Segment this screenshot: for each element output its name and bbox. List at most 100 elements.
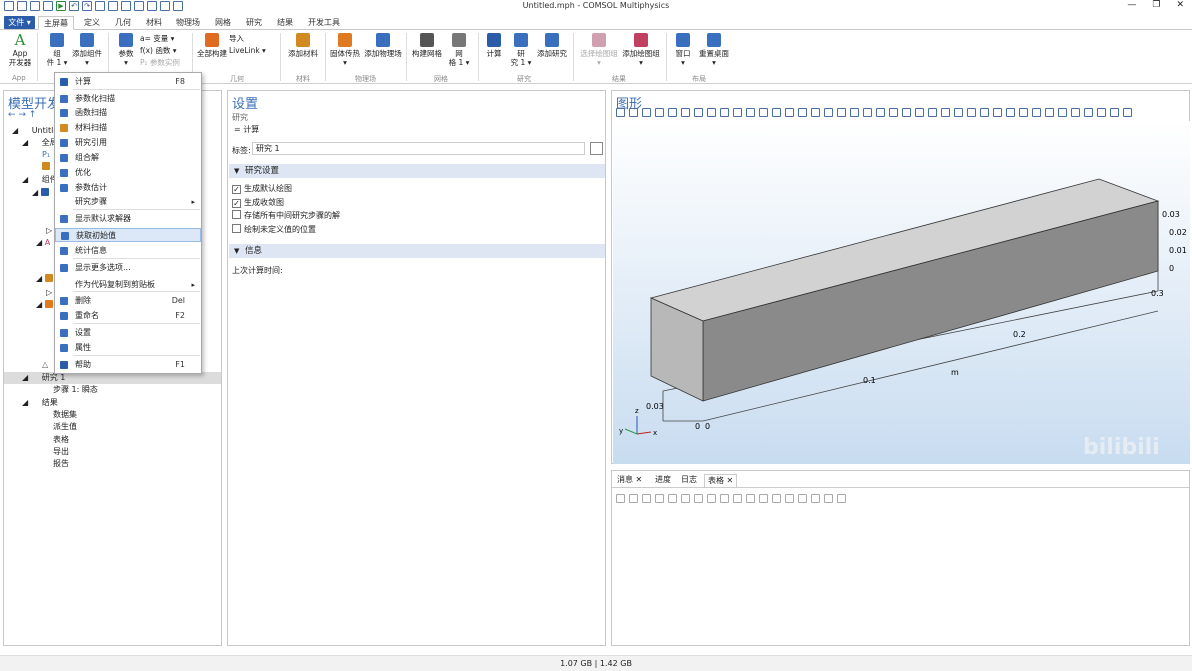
study-settings-section[interactable]: ▼ 研究设置 — [229, 164, 605, 178]
menu-item[interactable]: 获取初始值 — [55, 228, 201, 242]
graphics-tool-icon[interactable] — [1045, 108, 1054, 117]
graphics-tool-icon[interactable] — [798, 108, 807, 117]
mesh-button[interactable]: 网 格 1 ▾ — [446, 33, 472, 67]
graphics-tool-icon[interactable] — [694, 108, 703, 117]
graphics-tool-icon[interactable] — [1006, 108, 1015, 117]
table-tool-icon[interactable] — [811, 494, 820, 503]
graphics-tool-icon[interactable] — [915, 108, 924, 117]
tab-messages[interactable]: 消息 ✕ — [614, 474, 645, 486]
graphics-tool-icon[interactable] — [1084, 108, 1093, 117]
tab-definitions[interactable]: 定义 — [84, 16, 100, 29]
graphics-tool-icon[interactable] — [616, 108, 625, 117]
table-tool-icon[interactable] — [759, 494, 768, 503]
graphics-tool-icon[interactable] — [733, 108, 742, 117]
table-tool-icon[interactable] — [798, 494, 807, 503]
add-component-button[interactable]: 添加组件 ▾ — [70, 33, 104, 67]
graphics-tool-icon[interactable] — [837, 108, 846, 117]
graphics-tool-icon[interactable] — [720, 108, 729, 117]
graphics-tool-icon[interactable] — [863, 108, 872, 117]
tab-study[interactable]: 研究 — [246, 16, 262, 29]
tree-item-derived-values[interactable]: 派生值 — [42, 421, 77, 433]
graphics-tool-icon[interactable] — [1032, 108, 1041, 117]
menu-item[interactable]: 重命名 F2 — [55, 309, 201, 323]
parameter-case-button[interactable]: P₁ 参数实例 — [140, 57, 190, 69]
tree-item-materials-global[interactable] — [42, 161, 53, 173]
study-button[interactable]: 研 究 1 ▾ — [508, 33, 534, 67]
heat-transfer-button[interactable]: 固体传热 ▾ — [328, 33, 362, 67]
graphics-tool-icon[interactable] — [1019, 108, 1028, 117]
graphics-tool-icon[interactable] — [954, 108, 963, 117]
graphics-tool-icon[interactable] — [681, 108, 690, 117]
graphics-tool-icon[interactable] — [811, 108, 820, 117]
tab-developer[interactable]: 开发工具 — [308, 16, 340, 29]
menu-item[interactable]: 设置 — [55, 326, 201, 340]
menu-item[interactable]: 组合解 — [55, 151, 201, 165]
table-tool-icon[interactable] — [629, 494, 638, 503]
tab-physics[interactable]: 物理场 — [176, 16, 200, 29]
component-button[interactable]: 组 件 1 ▾ — [44, 33, 70, 67]
graphics-tool-icon[interactable] — [707, 108, 716, 117]
graphics-tool-icon[interactable] — [967, 108, 976, 117]
tree-item-export[interactable]: 导出 — [42, 446, 69, 458]
label-options-icon[interactable] — [590, 142, 603, 155]
graphics-tool-icon[interactable] — [759, 108, 768, 117]
tree-item-physics[interactable]: ◢ A — [36, 237, 50, 249]
livelink-button[interactable]: LiveLink ▾ — [229, 45, 277, 57]
tab-progress[interactable]: 进度 — [652, 474, 674, 486]
graphics-tool-icon[interactable] — [1071, 108, 1080, 117]
checkbox-plot-undefined[interactable]: 绘制未定义值的位置 — [232, 224, 316, 236]
menu-item[interactable]: 属性 — [55, 341, 201, 355]
table-tool-icon[interactable] — [733, 494, 742, 503]
tab-geometry[interactable]: 几何 — [115, 16, 131, 29]
graphics-tool-icon[interactable] — [928, 108, 937, 117]
table-tool-icon[interactable] — [655, 494, 664, 503]
graphics-tool-icon[interactable] — [889, 108, 898, 117]
tree-item-reports[interactable]: 报告 — [42, 458, 69, 470]
menu-item[interactable]: 删除 Del — [55, 294, 201, 308]
menu-item[interactable]: 参数估计 — [55, 181, 201, 195]
menu-item[interactable]: 显示默认求解器 — [55, 212, 201, 226]
graphics-canvas[interactable]: 0.03 0.02 0.01 0 0.3 0.2 0.1 m 0.03 0 0 … — [613, 121, 1190, 464]
close-button[interactable]: ✕ — [1176, 0, 1184, 10]
checkbox-store-intermediate[interactable]: 存储所有中间研究步骤的解 — [232, 210, 340, 222]
tree-item-datasets[interactable]: 数据集 — [42, 409, 77, 421]
tree-item-parameters[interactable]: P₁ — [42, 149, 50, 161]
checkbox-default-plots[interactable]: ✓ 生成默认绘图 — [232, 183, 292, 195]
table-tool-icon[interactable] — [616, 494, 625, 503]
graphics-tool-icon[interactable] — [993, 108, 1002, 117]
tab-results[interactable]: 结果 — [277, 16, 293, 29]
table-tool-icon[interactable] — [837, 494, 846, 503]
app-builder-button[interactable]: A App 开发器 — [6, 33, 34, 68]
tree-item-materials[interactable]: ◢ — [36, 273, 56, 285]
checkbox-convergence-plots[interactable]: ✓ 生成收敛图 — [232, 197, 284, 209]
graphics-tool-icon[interactable] — [668, 108, 677, 117]
parameters-button[interactable]: 参数 ▾ — [114, 33, 138, 67]
functions-button[interactable]: f(x) 函数 ▾ — [140, 45, 190, 57]
graphics-tool-icon[interactable] — [941, 108, 950, 117]
tree-item-mesh[interactable]: △ — [42, 359, 48, 371]
graphics-tool-icon[interactable] — [824, 108, 833, 117]
variables-button[interactable]: a= 变量 ▾ — [140, 33, 190, 45]
graphics-tool-icon[interactable] — [1097, 108, 1106, 117]
table-tool-icon[interactable] — [681, 494, 690, 503]
graphics-tool-icon[interactable] — [980, 108, 989, 117]
add-plot-group-button[interactable]: 添加绘图组 ▾ — [620, 33, 662, 67]
menu-item[interactable]: 参数化扫描 — [55, 92, 201, 106]
graphics-tool-icon[interactable] — [629, 108, 638, 117]
tree-item-results[interactable]: ◢ 结果 — [22, 397, 58, 409]
graphics-tool-icon[interactable] — [902, 108, 911, 117]
table-tool-icon[interactable] — [668, 494, 677, 503]
graphics-tool-icon[interactable] — [772, 108, 781, 117]
menu-item[interactable]: 帮助 F1 — [55, 358, 201, 372]
add-physics-button[interactable]: 添加物理场 — [362, 33, 404, 58]
graphics-tool-icon[interactable] — [1110, 108, 1119, 117]
menu-item[interactable]: 作为代码复制到剪贴板 ▸ — [55, 278, 201, 292]
tree-item-heat[interactable]: ▷ — [46, 287, 52, 299]
table-tool-icon[interactable] — [720, 494, 729, 503]
tree-item-definitions[interactable]: ◢ — [32, 187, 52, 199]
menu-item[interactable]: 材料扫描 — [55, 121, 201, 135]
reset-desktop-button[interactable]: 重置桌面 ▾ — [698, 33, 730, 67]
table-tool-icon[interactable] — [642, 494, 651, 503]
nav-arrows[interactable]: ← → ↑ — [8, 110, 36, 120]
tab-file[interactable]: 文件 ▾ — [4, 16, 35, 29]
